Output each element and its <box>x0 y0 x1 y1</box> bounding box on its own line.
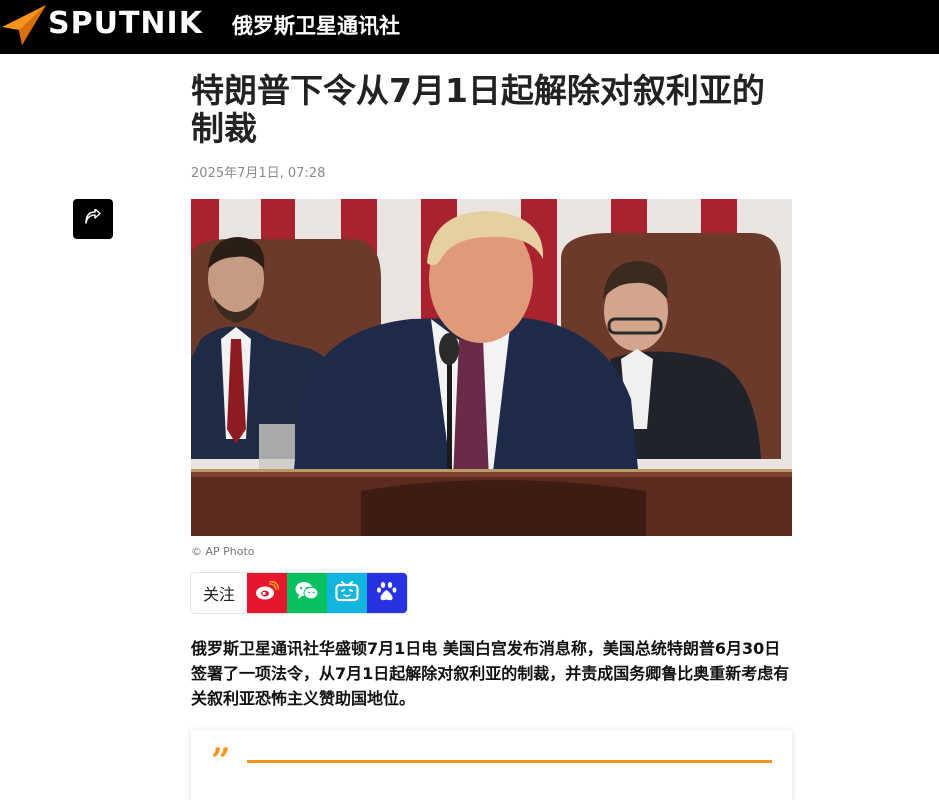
follow-label: 关注 <box>191 573 247 613</box>
article-photo <box>191 199 792 536</box>
bilibili-button[interactable] <box>327 573 367 613</box>
quote-divider <box>247 760 772 763</box>
bilibili-icon <box>335 580 359 606</box>
weibo-button[interactable] <box>247 573 287 613</box>
weibo-icon <box>255 580 280 605</box>
top-bar: SPUTNIK 俄罗斯卫星通讯社 <box>0 0 939 54</box>
wechat-button[interactable] <box>287 573 327 613</box>
brand-name: SPUTNIK <box>48 6 203 41</box>
social-bar: 关注 <box>191 573 407 613</box>
article-title: 特朗普下令从7月1日起解除对叙利亚的制裁 <box>191 71 765 148</box>
share-button[interactable] <box>73 199 113 239</box>
article-lead: 俄罗斯卫星通讯社华盛顿7月1日电 美国白宫发布消息称，美国总统特朗普6月30日签… <box>191 639 790 708</box>
site-name[interactable]: 俄罗斯卫星通讯社 <box>232 12 400 40</box>
sputnik-logo-icon <box>2 3 48 49</box>
quote-card: ” <box>191 730 792 800</box>
wechat-icon <box>295 581 319 605</box>
baidu-button[interactable] <box>367 573 407 613</box>
article-date: 2025年7月1日, 07:28 <box>191 166 326 181</box>
share-icon <box>84 208 102 229</box>
photo-credit: © AP Photo <box>191 545 255 558</box>
baidu-paw-icon <box>376 580 398 606</box>
quote-mark-icon: ” <box>211 741 231 781</box>
